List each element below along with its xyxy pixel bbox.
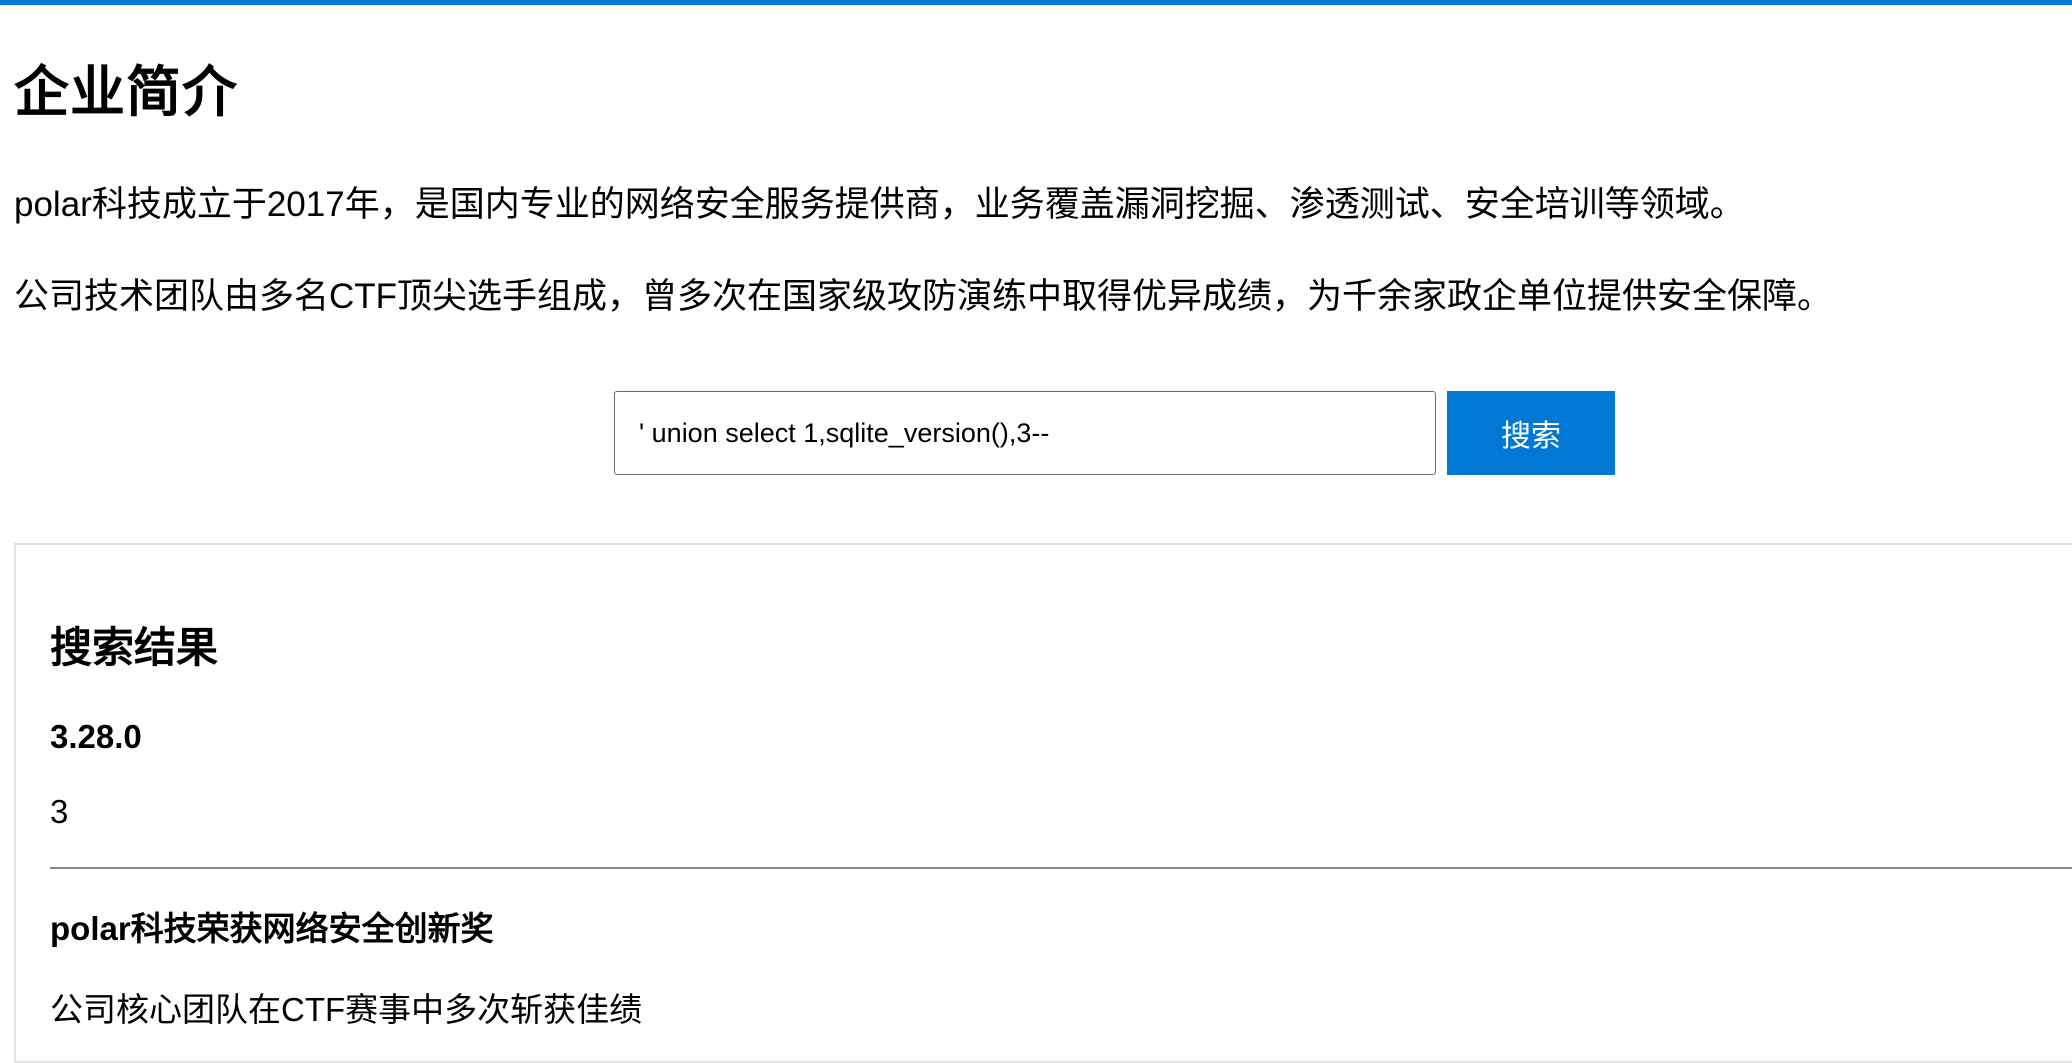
result-item: polar科技荣获网络安全创新奖 公司核心团队在CTF赛事中多次斩获佳绩 bbox=[50, 907, 2072, 1032]
page-title: 企业简介 bbox=[14, 61, 239, 123]
top-accent-bar bbox=[0, 0, 2072, 5]
result-divider bbox=[50, 867, 2072, 869]
result-body: 3 bbox=[50, 793, 69, 830]
result-title: polar科技荣获网络安全创新奖 bbox=[50, 910, 494, 947]
intro-paragraph-1: polar科技成立于2017年，是国内专业的网络安全服务提供商，业务覆盖漏洞挖掘… bbox=[14, 185, 1745, 224]
results-heading: 搜索结果 bbox=[50, 624, 219, 671]
search-form: 搜索 bbox=[614, 391, 1615, 475]
result-item: 3.28.0 3 bbox=[50, 715, 2072, 834]
search-button[interactable]: 搜索 bbox=[1447, 391, 1615, 475]
search-input[interactable] bbox=[614, 391, 1436, 475]
search-results-panel: 搜索结果 3.28.0 3 polar科技荣获网络安全创新奖 公司核心团队在CT… bbox=[14, 543, 2072, 1063]
result-title: 3.28.0 bbox=[50, 718, 142, 755]
intro-paragraph-2: 公司技术团队由多名CTF顶尖选手组成，曾多次在国家级攻防演练中取得优异成绩，为千… bbox=[14, 277, 1833, 316]
result-body: 公司核心团队在CTF赛事中多次斩获佳绩 bbox=[50, 991, 643, 1028]
